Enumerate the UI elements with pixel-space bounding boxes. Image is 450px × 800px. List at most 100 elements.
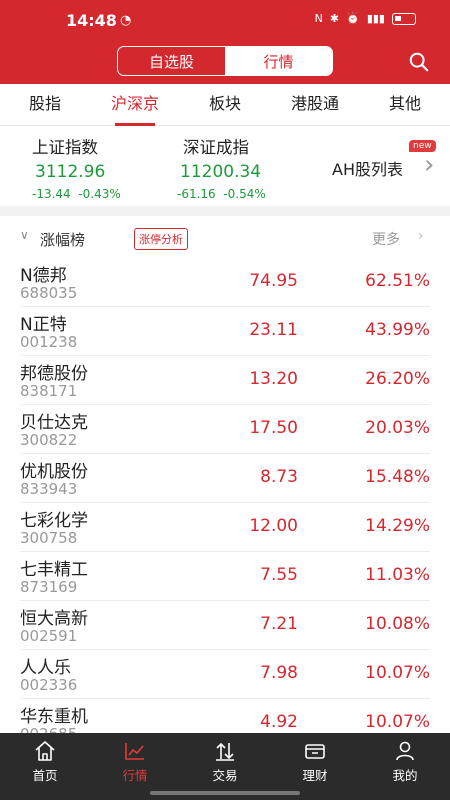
top-nav: 自选股 行情 bbox=[0, 40, 450, 84]
stock-row[interactable]: N正特 001238 23.11 43.99% bbox=[20, 307, 430, 356]
stock-name: 优机股份 bbox=[20, 462, 88, 482]
ah-stock-list-link[interactable]: AH股列表 bbox=[332, 156, 403, 180]
index-card-shenzhen[interactable]: 深证成指 11200.34 -61.16 -0.54% bbox=[177, 134, 266, 201]
nav-label: 首页 bbox=[32, 768, 58, 783]
index-panel: 上证指数 3112.96 -13.44 -0.43% 深证成指 11200.34… bbox=[0, 126, 450, 206]
index-name: 上证指数 bbox=[32, 138, 98, 157]
stock-row[interactable]: 七彩化学 300758 12.00 14.29% bbox=[20, 503, 430, 552]
stock-code: 300822 bbox=[20, 431, 78, 449]
segment-watchlist[interactable]: 自选股 bbox=[118, 47, 225, 75]
stock-change-pct: 10.07% bbox=[365, 663, 430, 683]
stock-code: 838171 bbox=[20, 382, 78, 400]
stock-name: N正特 bbox=[20, 315, 67, 335]
nav-label: 我的 bbox=[392, 768, 418, 783]
home-indicator[interactable] bbox=[150, 791, 300, 795]
notification-icon: ◔ bbox=[120, 13, 132, 28]
status-bar: 14:48 ◔ N ✱ ⏰ ▮▮▮ bbox=[0, 0, 450, 40]
nav-market[interactable]: 行情 bbox=[90, 733, 180, 800]
stock-price: 74.95 bbox=[249, 271, 298, 291]
market-chart-icon bbox=[125, 743, 144, 760]
chevron-right-icon[interactable]: › bbox=[424, 150, 434, 180]
stock-code: 688035 bbox=[20, 284, 78, 302]
tab-hk-connect[interactable]: 港股通 bbox=[270, 84, 360, 125]
index-card-shanghai[interactable]: 上证指数 3112.96 -13.44 -0.43% bbox=[32, 134, 121, 201]
stock-row[interactable]: 优机股份 833943 8.73 15.48% bbox=[20, 454, 430, 503]
segment-market[interactable]: 行情 bbox=[225, 47, 332, 75]
index-change: -61.16 -0.54% bbox=[177, 187, 266, 201]
stock-price: 13.20 bbox=[249, 369, 298, 389]
stock-code: 002591 bbox=[20, 627, 78, 645]
search-icon[interactable] bbox=[408, 51, 430, 73]
stock-row[interactable]: 贝仕达克 300822 17.50 20.03% bbox=[20, 405, 430, 454]
index-value: 3112.96 bbox=[35, 162, 106, 182]
index-change-points: -61.16 bbox=[177, 187, 216, 201]
stock-price: 4.92 bbox=[260, 712, 298, 732]
stock-price: 17.50 bbox=[249, 418, 298, 438]
nav-label: 行情 bbox=[122, 768, 148, 783]
stock-change-pct: 10.07% bbox=[365, 712, 430, 732]
stock-change-pct: 10.08% bbox=[365, 614, 430, 634]
stock-code: 002336 bbox=[20, 676, 78, 694]
market-tabs: 股指 沪深京 板块 港股通 其他 bbox=[0, 84, 450, 126]
stock-name: 七丰精工 bbox=[20, 560, 88, 580]
chevron-down-icon[interactable]: ∨ bbox=[20, 228, 29, 242]
stock-row[interactable]: 邦德股份 838171 13.20 26.20% bbox=[20, 356, 430, 405]
wealth-icon bbox=[305, 744, 325, 759]
index-change: -13.44 -0.43% bbox=[32, 187, 121, 201]
gainers-header: ∨ 涨幅榜 涨停分析 更多 › bbox=[0, 224, 450, 254]
nav-trade[interactable]: 交易 bbox=[180, 733, 270, 800]
stock-change-pct: 14.29% bbox=[365, 516, 430, 536]
battery-icon bbox=[392, 12, 416, 25]
limit-up-analysis-button[interactable]: 涨停分析 bbox=[134, 228, 188, 250]
stock-code: 300758 bbox=[20, 529, 78, 547]
profile-icon bbox=[396, 741, 414, 761]
stock-change-pct: 26.20% bbox=[365, 369, 430, 389]
section-divider bbox=[0, 206, 450, 216]
stock-change-pct: 20.03% bbox=[365, 418, 430, 438]
tab-other[interactable]: 其他 bbox=[360, 84, 450, 125]
index-change-points: -13.44 bbox=[32, 187, 71, 201]
stock-change-pct: 15.48% bbox=[365, 467, 430, 487]
stock-row[interactable]: 人人乐 002336 7.98 10.07% bbox=[20, 650, 430, 699]
stock-name: 人人乐 bbox=[20, 658, 71, 678]
stock-row[interactable]: 七丰精工 873169 7.55 11.03% bbox=[20, 552, 430, 601]
stock-code: 833943 bbox=[20, 480, 78, 498]
status-indicators: N ✱ ⏰ ▮▮▮ bbox=[315, 12, 416, 25]
stock-name: 贝仕达克 bbox=[20, 413, 88, 433]
chevron-right-icon[interactable]: › bbox=[418, 228, 424, 244]
gainers-title[interactable]: 涨幅榜 bbox=[40, 229, 85, 250]
stock-row[interactable]: 恒大高新 002591 7.21 10.08% bbox=[20, 601, 430, 650]
nav-label: 交易 bbox=[212, 768, 238, 783]
stock-price: 7.98 bbox=[260, 663, 298, 683]
more-link[interactable]: 更多 bbox=[372, 229, 400, 249]
stock-price: 23.11 bbox=[249, 320, 298, 340]
nav-home[interactable]: 首页 bbox=[0, 733, 90, 800]
nav-label: 理财 bbox=[302, 768, 328, 783]
signal-icon: ▮▮▮ bbox=[366, 12, 385, 25]
stock-change-pct: 62.51% bbox=[365, 271, 430, 291]
tab-index[interactable]: 股指 bbox=[0, 84, 90, 125]
status-time: 14:48 bbox=[66, 11, 117, 30]
bluetooth-icon: ✱ bbox=[329, 12, 340, 25]
stock-price: 7.55 bbox=[260, 565, 298, 585]
stock-price: 7.21 bbox=[260, 614, 298, 634]
tab-shanghai-shenzhen-beijing[interactable]: 沪深京 bbox=[90, 84, 180, 126]
stock-name: 邦德股份 bbox=[20, 364, 88, 384]
nav-wealth[interactable]: 理财 bbox=[270, 733, 360, 800]
stock-row[interactable]: N德邦 688035 74.95 62.51% bbox=[20, 258, 430, 307]
stock-name: 七彩化学 bbox=[20, 511, 88, 531]
index-value: 11200.34 bbox=[180, 162, 262, 182]
stock-code: 873169 bbox=[20, 578, 78, 596]
stock-list: N德邦 688035 74.95 62.51% N正特 001238 23.11… bbox=[0, 258, 450, 748]
index-change-pct: -0.54% bbox=[223, 187, 266, 201]
trade-icon bbox=[216, 742, 234, 761]
tab-sector[interactable]: 板块 bbox=[180, 84, 270, 125]
stock-name: N德邦 bbox=[20, 266, 67, 286]
index-change-pct: -0.43% bbox=[78, 187, 121, 201]
stock-change-pct: 43.99% bbox=[365, 320, 430, 340]
stock-price: 8.73 bbox=[260, 467, 298, 487]
stock-code: 001238 bbox=[20, 333, 78, 351]
stock-name: 恒大高新 bbox=[20, 609, 88, 629]
nav-profile[interactable]: 我的 bbox=[360, 733, 450, 800]
bottom-nav: 首页 行情 交易 理财 我的 bbox=[0, 733, 450, 800]
